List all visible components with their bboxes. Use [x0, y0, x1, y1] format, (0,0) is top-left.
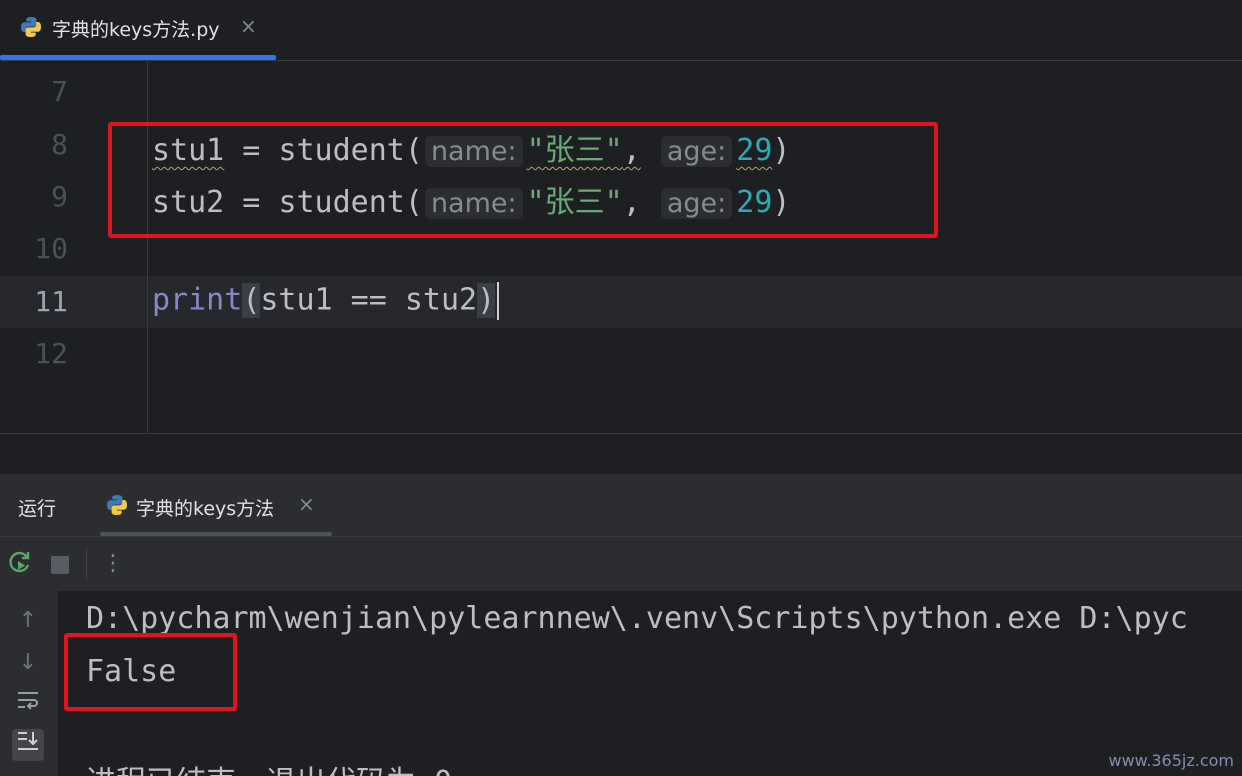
line-number: 8	[51, 128, 68, 161]
python-file-icon	[21, 17, 41, 37]
run-toolbar: ⋮	[0, 537, 1242, 591]
run-panel-title: 运行	[18, 498, 57, 520]
console-side-toolbar: ↑ ↓	[0, 591, 58, 776]
stop-icon[interactable]	[51, 556, 69, 574]
editor-tab-label: 字典的keys方法.py	[52, 19, 220, 41]
line-number: 10	[34, 232, 68, 265]
paren: (	[242, 282, 261, 318]
paren: )	[477, 282, 496, 318]
line-number: 7	[51, 75, 68, 108]
run-config-tab[interactable]: 字典的keys方法 ×	[100, 474, 332, 536]
arrow-down-icon[interactable]: ↓	[12, 647, 44, 679]
code-line-11: print(stu1 == stu2)	[152, 282, 500, 320]
rerun-glyph	[9, 551, 30, 573]
soft-wrap-glyph	[18, 692, 38, 710]
close-icon[interactable]: ×	[240, 14, 257, 38]
active-tab-indicator	[0, 55, 276, 60]
editor-tab-bar: 字典的keys方法.py ×	[0, 0, 1242, 61]
rerun-icon[interactable]	[5, 549, 35, 579]
watermark: www.365jz.com	[1108, 751, 1234, 770]
scroll-to-end-icon[interactable]	[12, 729, 44, 761]
run-panel-header: 运行 字典的keys方法 ×	[0, 474, 1242, 537]
editor-tab[interactable]: 字典的keys方法.py ×	[0, 0, 276, 60]
arrow-up-icon[interactable]: ↑	[12, 605, 44, 637]
line-number: 12	[34, 337, 68, 370]
panel-gap	[0, 434, 1242, 474]
close-icon[interactable]: ×	[298, 492, 315, 516]
python-file-icon	[107, 495, 127, 515]
builtin-function: print	[152, 282, 243, 318]
console-exit-line: 进程已结束，退出代码为 0	[86, 757, 452, 776]
gutter-divider	[147, 61, 148, 433]
line-number: 11	[34, 285, 68, 318]
expression: stu1 == stu2	[260, 282, 478, 318]
active-tab-indicator	[100, 532, 332, 536]
more-options-icon[interactable]: ⋮	[98, 549, 128, 579]
output-highlight-box	[64, 633, 237, 711]
scroll-to-end-glyph	[18, 732, 38, 750]
run-tab-label: 字典的keys方法	[136, 498, 275, 520]
soft-wrap-icon[interactable]	[12, 689, 44, 721]
console-command-line: D:\pycharm\wenjian\pylearnnew\.venv\Scri…	[86, 601, 1188, 636]
line-number: 9	[51, 180, 68, 213]
annotation-highlight-box	[108, 122, 938, 238]
toolbar-divider	[86, 549, 87, 579]
code-editor[interactable]: 7 8 9 10 11 12 stu1 = student(name: "张三",…	[0, 61, 1242, 433]
text-caret	[497, 282, 500, 320]
